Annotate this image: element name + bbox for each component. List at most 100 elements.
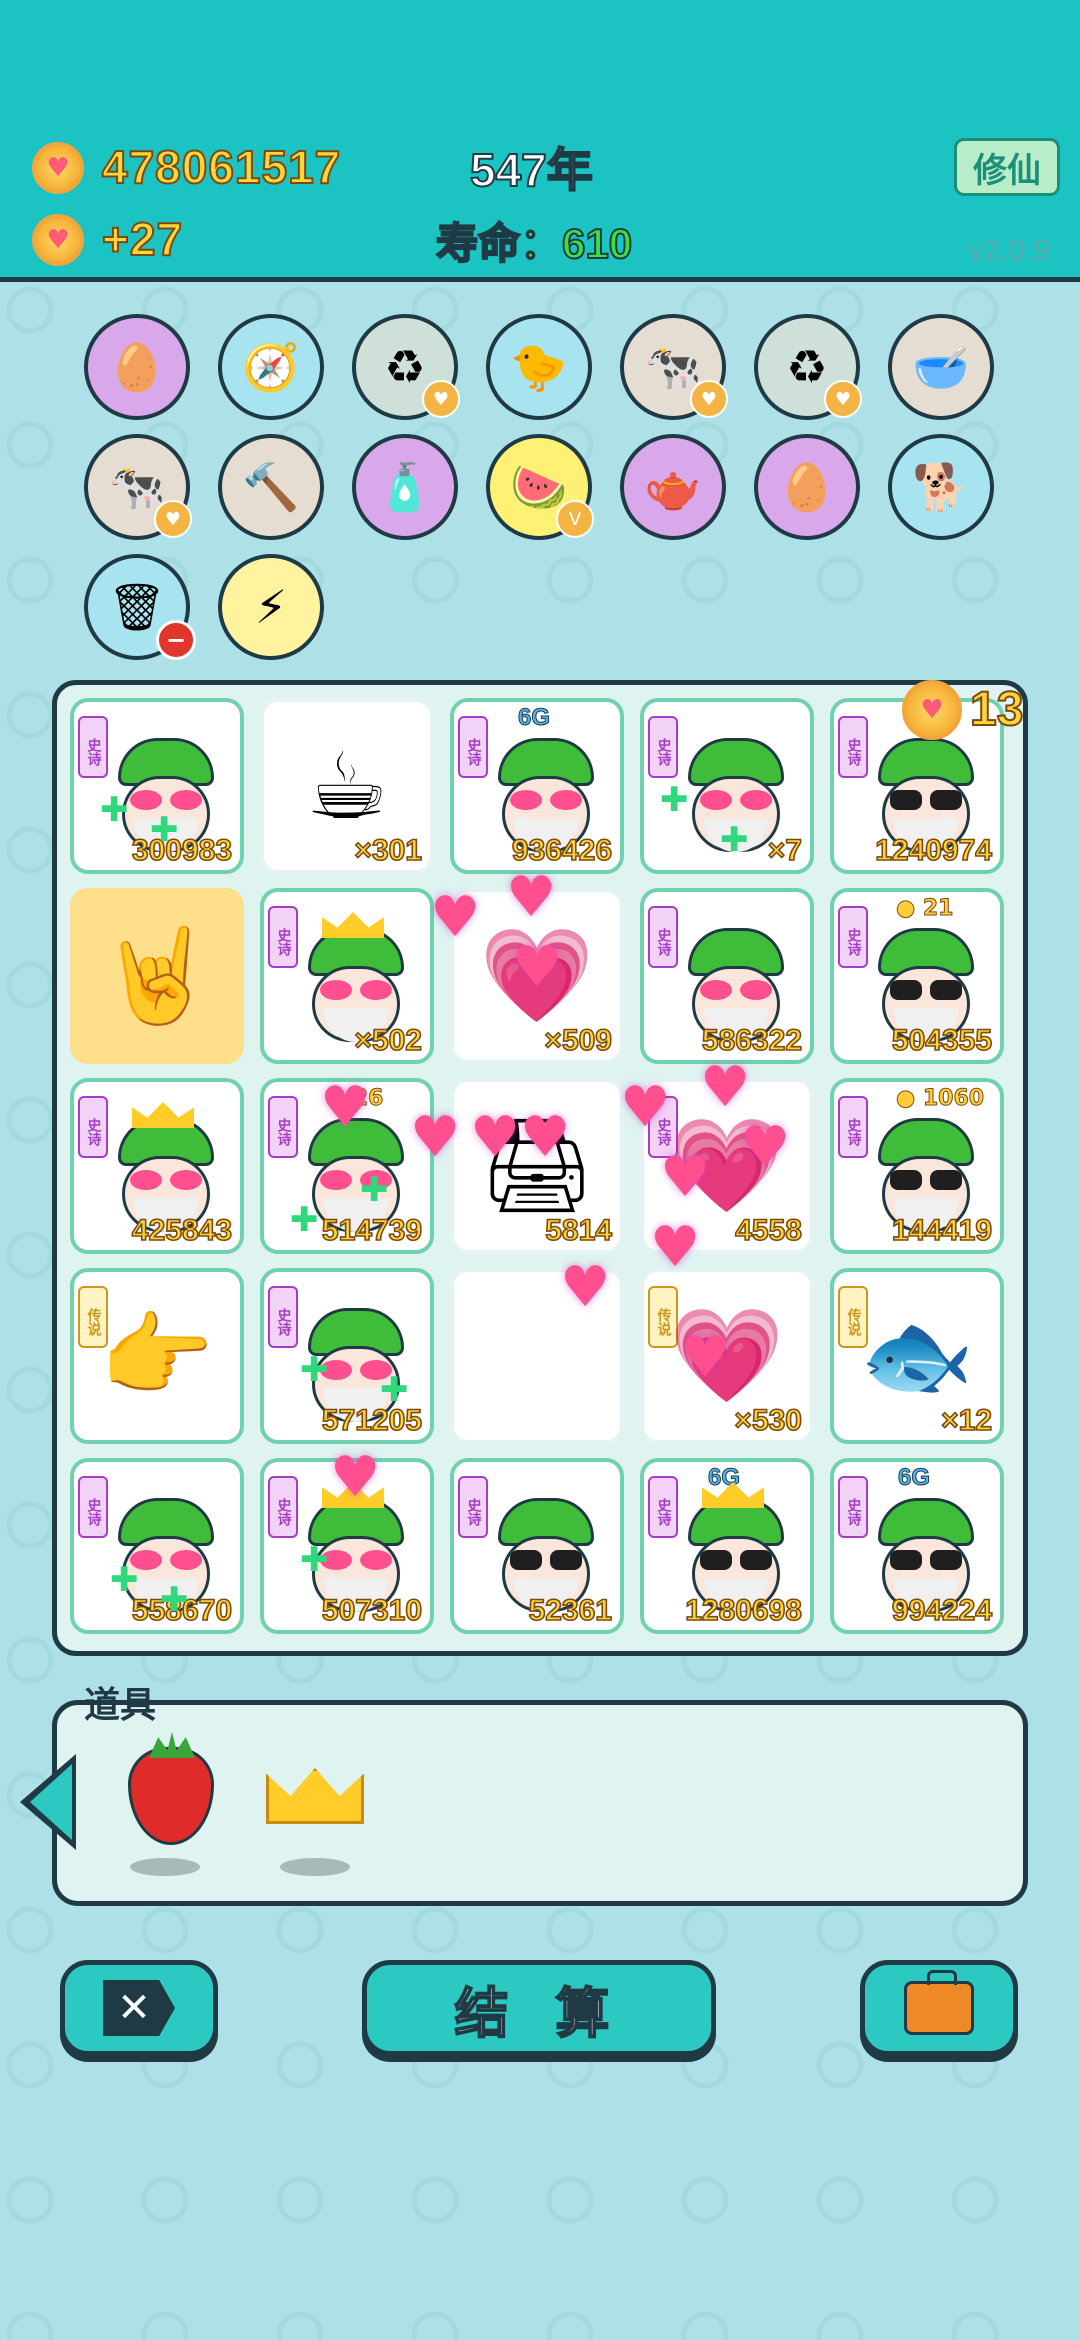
cell-value: ×502 xyxy=(354,1023,423,1058)
skill-badge: ♥ xyxy=(824,380,862,418)
settle-button[interactable]: 结 算 xyxy=(362,1960,716,2056)
refresh-icon[interactable]: ♻ ♥ xyxy=(754,314,862,420)
plus-effect-icon: ✚ xyxy=(660,780,689,820)
coin-total: 478061517 xyxy=(101,140,342,194)
heart-effect-icon: ♥ xyxy=(330,1445,381,1510)
egg-icon[interactable]: 🥚 xyxy=(84,314,190,420)
board-cell[interactable]: 史诗 52361 xyxy=(450,1458,624,1634)
rarity-tag: 史诗 xyxy=(838,906,868,968)
crown-icon xyxy=(322,912,384,938)
heart-effect-icon: ♥ xyxy=(320,1075,371,1140)
cows-icon[interactable]: 🐄 ♥ xyxy=(84,434,192,540)
cell-value: 4558 xyxy=(734,1213,802,1248)
rarity-tag: 史诗 xyxy=(78,1096,108,1158)
heart-effect-icon: ♥ xyxy=(740,1115,791,1180)
heart-effect-icon: ♥ xyxy=(660,1145,711,1210)
egg-icon[interactable]: 🥚 xyxy=(754,434,860,540)
item-shadow xyxy=(280,1858,350,1876)
dog-bowl-icon[interactable]: 🥣 xyxy=(888,314,994,420)
cell-value: ×509 xyxy=(544,1023,613,1058)
board-cell[interactable]: 史诗 558670 xyxy=(70,1458,244,1634)
board-cell[interactable]: 史诗 6G 1280698 xyxy=(640,1458,814,1634)
gravy-boat-icon[interactable]: 🫖 xyxy=(620,434,726,540)
spray-bottle-icon[interactable]: 🧴 xyxy=(352,434,458,540)
strawberry-icon[interactable] xyxy=(116,1746,226,1846)
plus-effect-icon: ✚ xyxy=(150,810,179,850)
heart-effect-icon: ♥ xyxy=(512,935,563,1000)
rarity-tag: 史诗 xyxy=(838,716,868,778)
plus-effect-icon: ✚ xyxy=(380,1370,409,1410)
board-cell[interactable]: 史诗 425843 xyxy=(70,1078,244,1254)
trash-bag-icon[interactable]: 🗑 − xyxy=(84,554,196,660)
year-counter: 547年 xyxy=(469,143,594,197)
board-cell[interactable]: 🤘 xyxy=(70,888,244,1064)
cell-value: 300983 xyxy=(131,833,233,868)
board-cell[interactable]: 史诗 ● 21 504355 xyxy=(830,888,1004,1064)
rarity-tag: 史诗 xyxy=(458,1476,488,1538)
plus-effect-icon: ✚ xyxy=(100,790,129,830)
crown-icon xyxy=(132,1102,194,1128)
cell-value: ×12 xyxy=(940,1403,992,1438)
hammer-icon[interactable]: 🔨 xyxy=(218,434,324,540)
heart-effect-icon: ♥ xyxy=(506,865,557,930)
cultivate-button[interactable]: 修仙 xyxy=(954,138,1060,196)
board-cell[interactable]: 史诗 ×502 xyxy=(260,888,434,1064)
skill-badge: ♥ xyxy=(422,380,460,418)
cell-value: 514739 xyxy=(321,1213,423,1248)
cell-coin-value: ● 1060 xyxy=(895,1086,985,1112)
cell-value: 1280698 xyxy=(684,1593,802,1628)
close-button[interactable]: ✕ xyxy=(60,1960,218,2056)
heart-effect-icon: ♥ xyxy=(680,1325,731,1390)
board-cell[interactable]: 史诗 6G 936426 xyxy=(450,698,624,874)
board-cell[interactable]: 史诗 6G 994224 xyxy=(830,1458,1004,1634)
rarity-tag: 史诗 xyxy=(458,716,488,778)
lightning-icon[interactable]: ⚡ xyxy=(218,554,324,660)
plus-effect-icon: ✚ xyxy=(160,1580,189,1620)
level-label: 6G xyxy=(517,704,551,732)
plus-effect-icon: ✚ xyxy=(300,1350,329,1390)
crown-icon[interactable] xyxy=(260,1746,370,1846)
chick-icon[interactable]: 🐤 xyxy=(486,314,592,420)
skill-badge: ♥ xyxy=(690,380,728,418)
minus-icon: − xyxy=(156,620,196,660)
cows-icon[interactable]: 🐄 ♥ xyxy=(620,314,728,420)
rarity-tag: 史诗 xyxy=(648,906,678,968)
refresh-icon[interactable]: ♻ ♥ xyxy=(352,314,460,420)
cell-value: 994224 xyxy=(891,1593,993,1628)
hand-up-icon: 🤘 xyxy=(99,922,215,1029)
board-cell[interactable]: 史诗 ● 1060 144419 xyxy=(830,1078,1004,1254)
heart-effect-icon: ♥ xyxy=(620,1075,671,1140)
compass-icon[interactable]: 🧭 xyxy=(218,314,324,420)
cell-value: 144419 xyxy=(891,1213,993,1248)
heart-effect-icon: ♥ xyxy=(520,1105,571,1170)
cell-value: 1240974 xyxy=(874,833,992,868)
rarity-tag: 史诗 xyxy=(268,1476,298,1538)
rarity-tag: 史诗 xyxy=(268,1286,298,1348)
plus-effect-icon: ✚ xyxy=(720,820,749,860)
heart-effect-icon: ♥ xyxy=(410,1105,461,1170)
heart-effect-icon: ♥ xyxy=(700,1055,751,1120)
item-shadow xyxy=(130,1858,200,1876)
items-arrow-left-icon[interactable] xyxy=(20,1754,76,1850)
dog-sunglasses-icon[interactable]: 🐕 xyxy=(888,434,994,540)
board-coin-icon: ♥ xyxy=(902,680,962,740)
rarity-tag: 史诗 xyxy=(268,906,298,968)
bag-button[interactable] xyxy=(860,1960,1018,2056)
board-cell[interactable]: 传说 👉 xyxy=(70,1268,244,1444)
income-rate: +27 xyxy=(101,212,184,266)
board-cell[interactable]: 史诗 586322 xyxy=(640,888,814,1064)
board-cell[interactable]: 传说 🐟 ×12 xyxy=(830,1268,1004,1444)
version-label: v2.0.9 xyxy=(968,234,1050,267)
heart-effect-icon: ♥ xyxy=(470,1105,521,1170)
coin-icon: ♥ xyxy=(32,142,84,194)
board-cell[interactable]: 史诗 571205 xyxy=(260,1268,434,1444)
cell-value: ×7 xyxy=(767,833,803,868)
cell-value: ×301 xyxy=(354,833,423,868)
plus-effect-icon: ✚ xyxy=(300,1540,329,1580)
fruit-basket-icon[interactable]: 🍉 V xyxy=(486,434,594,540)
level-label: 6G xyxy=(897,1464,931,1492)
close-icon: ✕ xyxy=(103,1980,175,2036)
board-cell[interactable]: ☕ ×301 xyxy=(260,698,434,874)
cell-value: 52361 xyxy=(528,1593,613,1628)
heart-effect-icon: ♥ xyxy=(560,1255,611,1320)
